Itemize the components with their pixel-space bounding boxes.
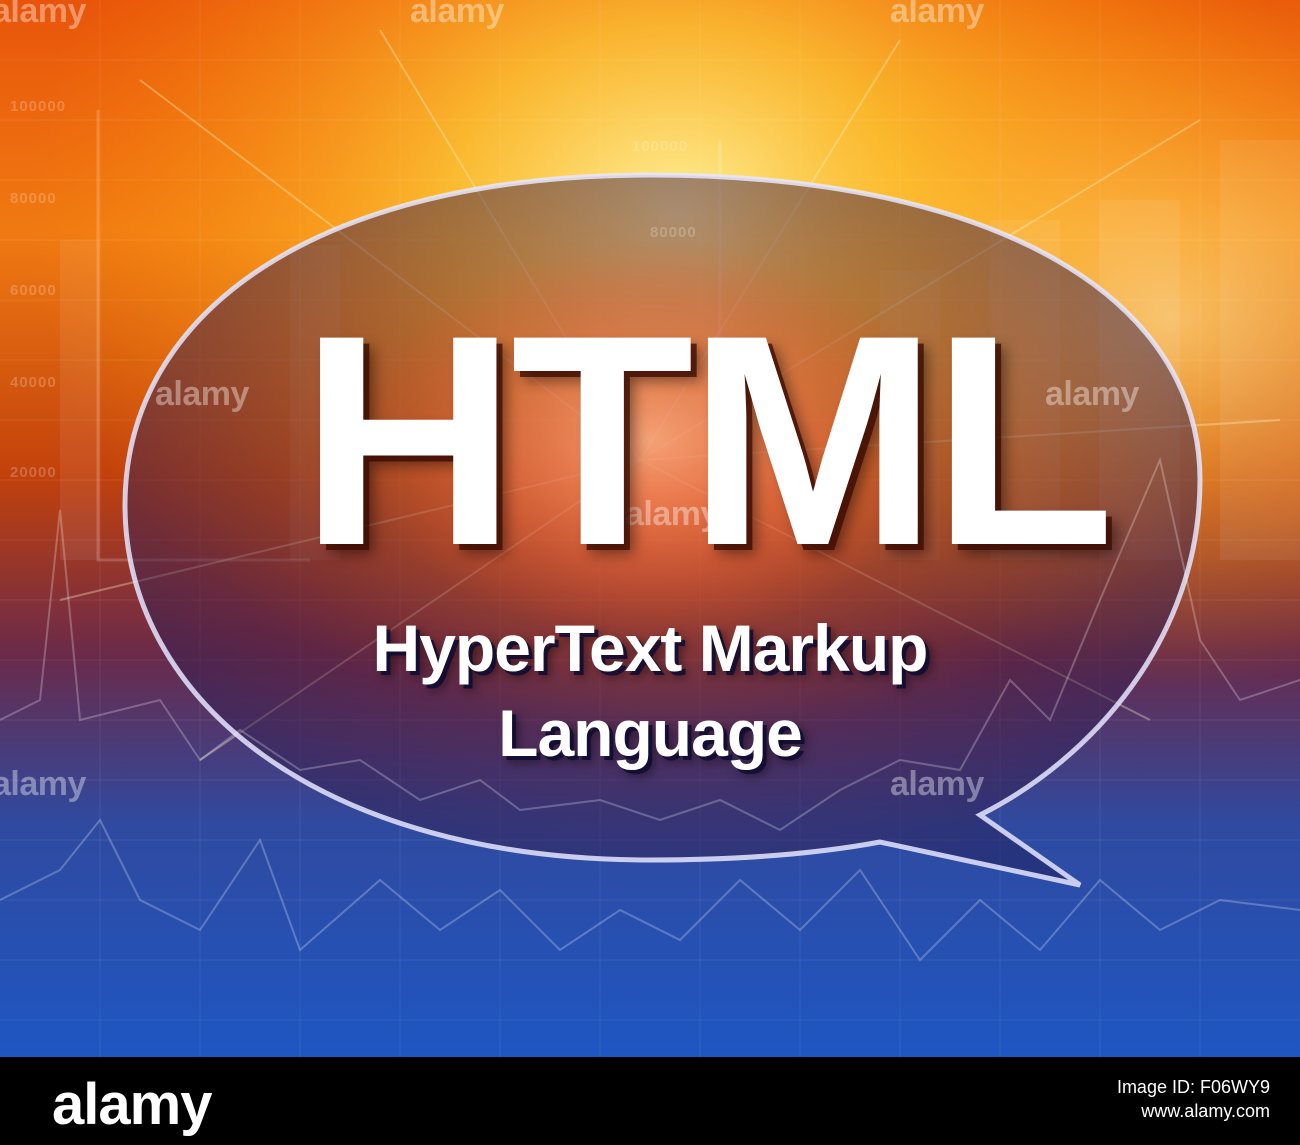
subline-expansion-line-1: HyperText Markup	[372, 611, 929, 685]
watermark: alamy	[890, 765, 984, 803]
alamy-logo: alamy	[52, 1072, 212, 1137]
subline-expansion-line-2: Language	[498, 696, 803, 770]
axis-tick-label: 100000	[632, 138, 689, 155]
watermark: alamy	[0, 765, 86, 803]
watermark: alamy	[890, 0, 984, 30]
axis-tick-label: 80000	[10, 190, 57, 207]
headline-acronym: HTML	[300, 272, 1115, 608]
axis-tick-label: 60000	[10, 282, 57, 299]
watermark: alamy	[410, 0, 504, 30]
axis-tick-label: 100000	[10, 98, 67, 115]
axis-tick-label: 40000	[10, 374, 57, 391]
image-id-label: Image ID: F06WY9	[1116, 1077, 1270, 1097]
footer-bar: alamy Image ID: F06WY9 www.alamy.com	[0, 1057, 1300, 1145]
site-url: www.alamy.com	[1141, 1101, 1270, 1121]
stock-image: 100000 80000 60000 40000 20000 100000 80…	[0, 0, 1300, 1145]
watermark: alamy	[0, 0, 86, 30]
axis-tick-label: 80000	[650, 224, 697, 241]
illustration: 100000 80000 60000 40000 20000 100000 80…	[0, 0, 1300, 1057]
image-reference: Image ID: F06WY9 www.alamy.com	[1117, 1075, 1270, 1123]
watermark: alamy	[155, 375, 249, 413]
axis-tick-label: 20000	[10, 464, 57, 481]
